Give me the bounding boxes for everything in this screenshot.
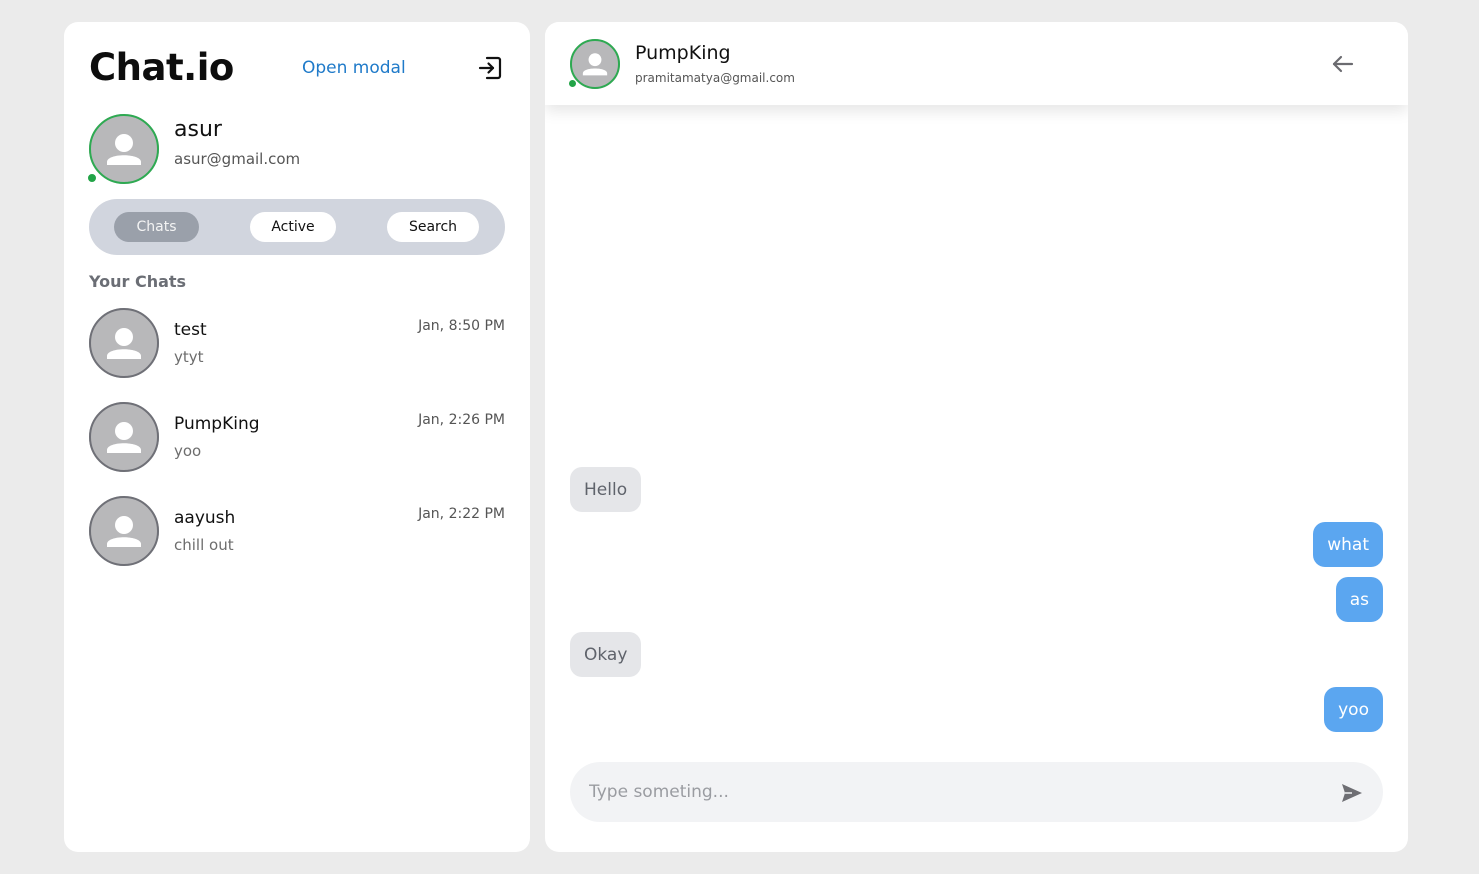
chat-list-item[interactable]: aayush chill out Jan, 2:22 PM: [89, 496, 505, 568]
send-icon: [1342, 784, 1362, 802]
online-indicator: [87, 173, 97, 183]
my-name: asur: [174, 117, 222, 142]
send-button[interactable]: [1339, 780, 1365, 806]
message-bubble-outgoing: yoo: [1324, 687, 1383, 732]
arrow-left-icon: [1332, 55, 1354, 73]
chat-last-message: ytyt: [174, 348, 204, 366]
peer-name: PumpKing: [635, 42, 731, 64]
avatar: [89, 402, 159, 472]
conversation-header: PumpKing pramitamatya@gmail.com: [545, 22, 1408, 105]
my-avatar: [87, 114, 159, 184]
chat-name: PumpKing: [174, 414, 260, 434]
chat-name: aayush: [174, 508, 236, 528]
back-button[interactable]: [1329, 50, 1357, 78]
app-logo: Chat.io: [89, 46, 234, 89]
message-bubble-incoming: Okay: [570, 632, 642, 677]
my-email: asur@gmail.com: [174, 150, 301, 168]
message-bubble-outgoing: as: [1335, 577, 1383, 622]
chat-last-message: yoo: [174, 442, 202, 460]
avatar: [89, 496, 159, 566]
tab-active[interactable]: Active: [250, 212, 336, 242]
peer-avatar: [568, 39, 620, 89]
avatar: [89, 308, 159, 378]
message-input[interactable]: [589, 772, 1309, 812]
online-indicator: [568, 79, 577, 88]
chat-list-item[interactable]: PumpKing yoo Jan, 2:26 PM: [89, 402, 505, 474]
conversation-panel: PumpKing pramitamatya@gmail.com Hello wh…: [545, 22, 1408, 852]
chat-timestamp: Jan, 2:26 PM: [418, 412, 505, 428]
tab-chats[interactable]: Chats: [114, 212, 199, 242]
your-chats-heading: Your Chats: [89, 272, 187, 291]
chat-last-message: chill out: [174, 536, 234, 554]
peer-email: pramitamatya@gmail.com: [635, 71, 795, 85]
logout-button[interactable]: [476, 54, 504, 82]
logout-icon: [478, 56, 502, 80]
sidebar-panel: Chat.io Open modal asur asur@gmail.com C…: [64, 22, 530, 852]
chat-list-item[interactable]: test ytyt Jan, 8:50 PM: [89, 308, 505, 380]
message-bubble-incoming: Hello: [570, 467, 642, 512]
chat-name: test: [174, 320, 207, 340]
message-composer: [570, 762, 1383, 822]
open-modal-link[interactable]: Open modal: [302, 58, 406, 78]
message-bubble-outgoing: what: [1313, 522, 1383, 567]
tab-bar: Chats Active Search: [89, 199, 505, 255]
tab-search[interactable]: Search: [387, 212, 479, 242]
chat-timestamp: Jan, 2:22 PM: [418, 506, 505, 522]
chat-timestamp: Jan, 8:50 PM: [418, 318, 505, 334]
